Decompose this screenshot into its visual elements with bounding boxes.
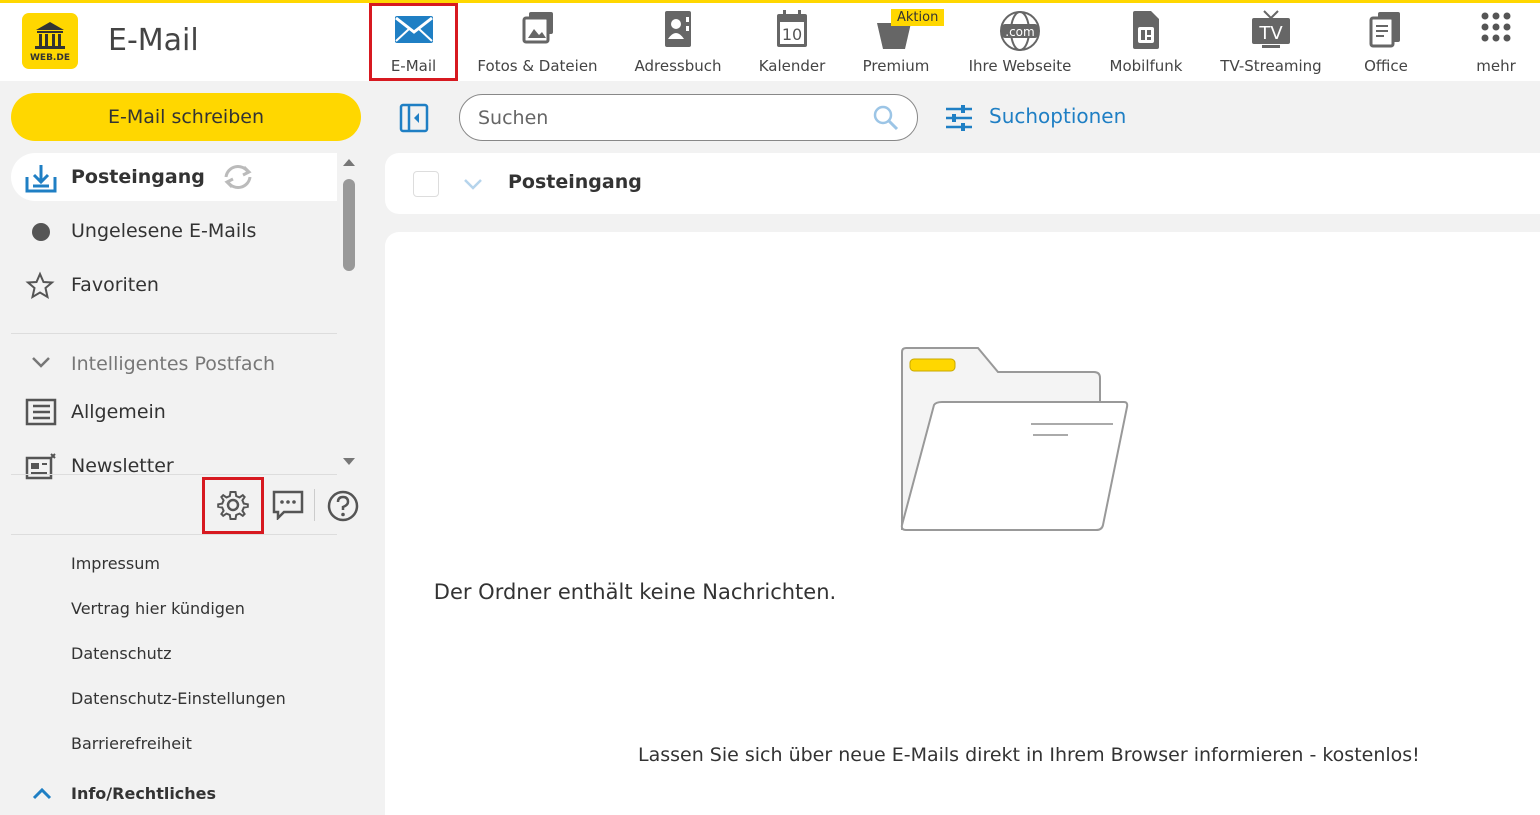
nav-office[interactable]: Office — [1355, 3, 1417, 81]
browser-notification-prompt[interactable]: Lassen Sie sich über neue E-Mails direkt… — [638, 744, 1420, 766]
folder-favorites[interactable]: Favoriten — [11, 261, 337, 309]
nav-website-label: Ihre Webseite — [968, 57, 1072, 75]
top-header: WEB.DE E-Mail E-Mail Fotos & Dateien Adr… — [0, 3, 1540, 81]
nav-email-label: E-Mail — [390, 57, 437, 75]
folder-unread[interactable]: Ungelesene E-Mails — [11, 207, 337, 255]
help-icon[interactable] — [326, 489, 360, 523]
mail-list-content: Der Ordner enthält keine Nachrichten. — [385, 232, 1540, 815]
collapse-sidebar-icon[interactable] — [399, 103, 429, 133]
folder-unread-label: Ungelesene E-Mails — [71, 220, 257, 242]
star-icon — [25, 271, 55, 300]
search-options-label: Suchoptionen — [989, 104, 1127, 128]
tv-icon: TV — [1252, 10, 1290, 48]
mail-list-header: Posteingang — [385, 153, 1540, 214]
inbox-icon — [25, 165, 57, 193]
globe-text: .com — [1005, 25, 1034, 39]
nav-more-label: mehr — [1476, 57, 1516, 75]
info-legal-toggle[interactable]: Info/Rechtliches — [71, 784, 216, 803]
sidebar-divider — [11, 333, 337, 334]
select-all-checkbox[interactable] — [413, 171, 439, 197]
tv-text: TV — [1258, 23, 1283, 44]
nav-address-book[interactable]: Adressbuch — [628, 3, 728, 81]
aktion-badge: Aktion — [891, 9, 945, 26]
calendar-icon: 10 — [777, 10, 807, 47]
nav-photos-label: Fotos & Dateien — [477, 57, 598, 75]
folder-inbox-label: Posteingang — [71, 166, 205, 188]
smart-inbox-section[interactable]: Intelligentes Postfach — [11, 340, 337, 388]
nav-address-book-label: Adressbuch — [634, 57, 722, 75]
scroll-up-icon[interactable] — [342, 157, 356, 167]
sidebar-divider — [11, 534, 337, 535]
address-book-icon — [665, 11, 691, 47]
sim-card-icon — [1133, 11, 1159, 49]
empty-folder-illustration-icon — [900, 347, 1129, 531]
folder-favorites-label: Favoriten — [71, 274, 159, 296]
building-logo-icon — [35, 22, 65, 49]
empty-folder-message: Der Ordner enthält keine Nachrichten. — [433, 580, 837, 604]
nav-mobile[interactable]: Mobilfunk — [1104, 3, 1188, 81]
refresh-icon[interactable] — [221, 163, 255, 191]
nav-email[interactable]: E-Mail — [369, 3, 458, 81]
search-options-button[interactable]: Suchoptionen — [944, 102, 1127, 134]
search-input[interactable] — [478, 104, 858, 132]
smart-inbox-label: Intelligentes Postfach — [71, 353, 276, 375]
nav-calendar-label: Kalender — [758, 57, 826, 75]
nav-office-label: Office — [1364, 57, 1408, 75]
nav-website[interactable]: .com Ihre Webseite — [960, 3, 1080, 81]
chat-feedback-icon[interactable] — [272, 490, 304, 520]
scroll-down-icon[interactable] — [342, 457, 356, 467]
search-icon[interactable] — [872, 104, 900, 132]
toolbar-divider — [314, 489, 315, 521]
link-privacy[interactable]: Datenschutz — [71, 644, 171, 663]
unread-dot-icon — [32, 223, 50, 241]
nav-tv-label: TV-Streaming — [1220, 57, 1322, 75]
folder-general[interactable]: Allgemein — [11, 388, 337, 436]
chevron-up-icon[interactable] — [32, 787, 52, 801]
nav-premium-label: Premium — [862, 57, 930, 75]
nav-tv-streaming[interactable]: TV TV-Streaming — [1212, 3, 1330, 81]
link-privacy-settings[interactable]: Datenschutz-Einstellungen — [71, 689, 286, 708]
nav-premium[interactable]: Aktion Premium — [855, 3, 945, 81]
logo-text: WEB.DE — [30, 53, 70, 63]
scroll-thumb[interactable] — [343, 179, 355, 271]
link-accessibility[interactable]: Barrierefreiheit — [71, 734, 192, 753]
folder-inbox[interactable]: Posteingang — [11, 153, 337, 201]
select-dropdown-chevron-icon[interactable] — [463, 177, 483, 191]
app-title: E-Mail — [108, 23, 199, 58]
search-box — [459, 94, 918, 141]
compose-button[interactable]: E-Mail schreiben — [11, 93, 361, 141]
newsletter-icon — [25, 453, 56, 480]
list-icon — [25, 398, 57, 426]
link-impressum[interactable]: Impressum — [71, 554, 160, 573]
apps-grid-icon — [1481, 12, 1511, 42]
settings-highlight — [202, 477, 264, 534]
webde-logo[interactable]: WEB.DE — [22, 13, 78, 69]
folder-title: Posteingang — [508, 171, 642, 193]
office-icon — [1369, 12, 1400, 48]
nav-more[interactable]: mehr — [1470, 3, 1522, 81]
nav-mobile-label: Mobilfunk — [1109, 57, 1183, 75]
globe-icon: .com — [1000, 11, 1040, 51]
nav-photos-files[interactable]: Fotos & Dateien — [470, 3, 605, 81]
chevron-down-icon — [32, 357, 50, 368]
sidebar-divider — [11, 474, 337, 475]
sliders-icon — [946, 105, 972, 131]
photos-icon — [522, 12, 553, 44]
envelope-icon — [394, 16, 433, 43]
folder-newsletter[interactable]: Newsletter — [11, 442, 337, 490]
nav-calendar[interactable]: 10 Kalender — [752, 3, 832, 81]
sidebar: E-Mail schreiben Posteingang Ungelesene … — [0, 81, 385, 815]
calendar-day: 10 — [782, 25, 802, 44]
folder-general-label: Allgemein — [71, 401, 166, 423]
